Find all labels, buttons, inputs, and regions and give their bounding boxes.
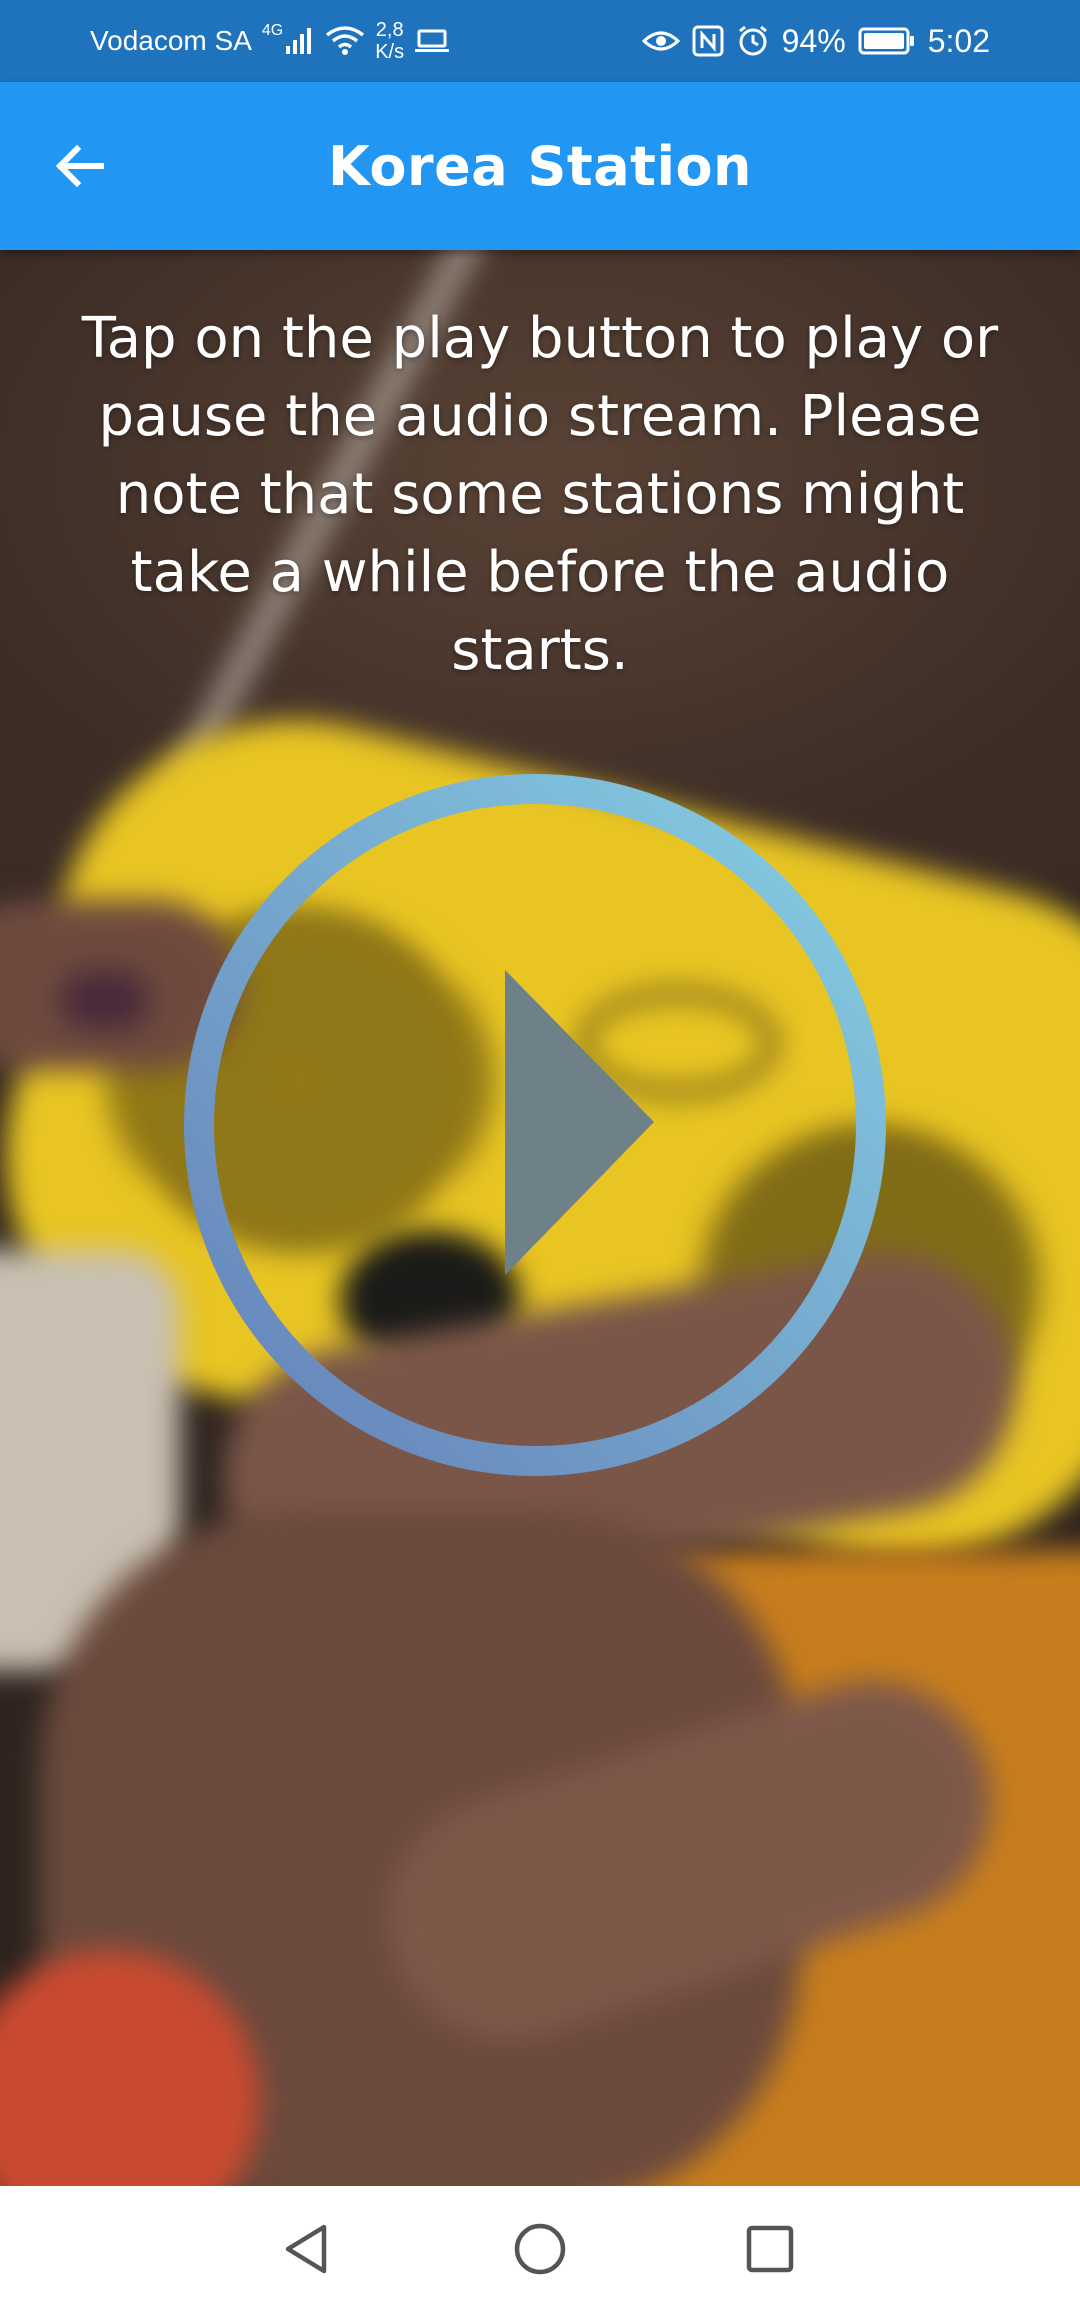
battery-percent: 94% xyxy=(781,22,846,59)
play-button[interactable] xyxy=(180,770,890,1480)
net-speed-value: 2,8 xyxy=(375,19,404,41)
clock: 5:02 xyxy=(927,22,990,59)
nav-home-button[interactable] xyxy=(500,2209,580,2289)
app-bar: Korea Station xyxy=(0,82,1080,250)
page-title: Korea Station xyxy=(328,134,752,198)
wifi-icon xyxy=(325,25,365,57)
nfc-icon xyxy=(692,25,724,57)
system-nav-bar xyxy=(0,2186,1080,2312)
nav-back-icon xyxy=(285,2224,327,2274)
play-icon xyxy=(184,774,886,1476)
nav-home-icon xyxy=(514,2223,566,2275)
nav-recents-icon xyxy=(746,2225,794,2273)
network-type: 4G xyxy=(261,22,284,39)
instructions-text: Tap on the play button to play or pause … xyxy=(81,306,999,683)
laptop-icon xyxy=(414,28,450,54)
battery-icon xyxy=(858,27,916,55)
eye-icon xyxy=(641,27,680,55)
signal-icon: 4G xyxy=(262,22,315,56)
screen: Vodacom SA 4G 2,8 K/s 94% 5:02 Korea Sta… xyxy=(0,0,1080,2312)
nav-recents-button[interactable] xyxy=(730,2209,810,2289)
status-bar: Vodacom SA 4G 2,8 K/s 94% 5:02 xyxy=(0,0,1080,82)
carrier-name: Vodacom SA xyxy=(90,25,252,56)
status-right: 94% 5:02 xyxy=(641,0,990,82)
alarm-icon xyxy=(736,24,770,58)
status-left: Vodacom SA 4G 2,8 K/s xyxy=(90,0,450,82)
net-speed: 2,8 K/s xyxy=(375,19,404,63)
nav-back-button[interactable] xyxy=(268,2209,348,2289)
net-speed-unit: K/s xyxy=(375,41,405,63)
